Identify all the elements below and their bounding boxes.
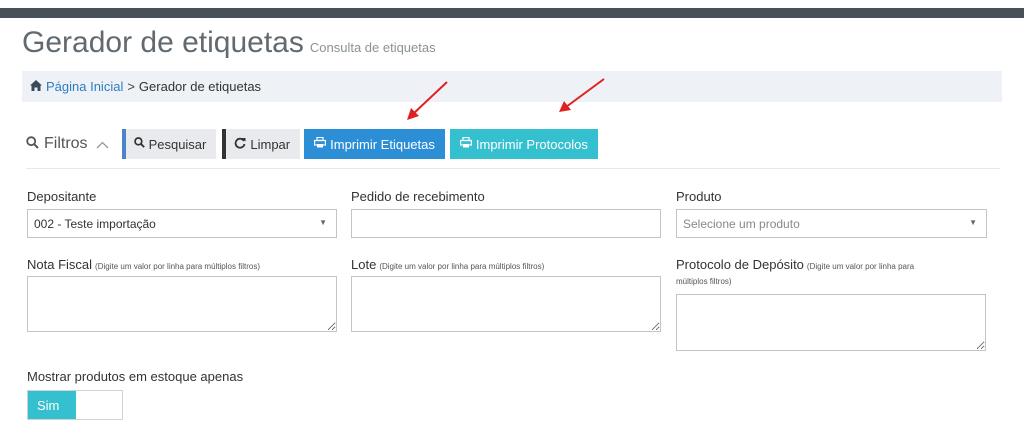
caret-down-icon: ▼	[319, 218, 327, 227]
page-subtitle: Consulta de etiquetas	[309, 40, 436, 55]
nota-fiscal-label: Nota Fiscal	[27, 257, 93, 272]
breadcrumb-current: Gerador de etiquetas	[138, 79, 262, 94]
caret-down-icon: ▼	[969, 218, 977, 227]
breadcrumb-home-link[interactable]: Página Inicial	[30, 79, 123, 94]
nota-fiscal-hint: (Digite um valor por linha para múltiplo…	[95, 262, 260, 271]
print-protocols-button[interactable]: Imprimir Protocolos	[449, 129, 598, 159]
protocolo-hint-line1: (Digite um valor por linha para	[806, 262, 915, 271]
depositante-label: Depositante	[27, 189, 97, 204]
chevron-up-icon	[96, 136, 109, 152]
stock-only-label: Mostrar produtos em estoque apenas	[27, 369, 244, 384]
lote-label-row: Lote (Digite um valor por linha para múlt…	[351, 257, 544, 272]
filters-toolbar: Filtros Pesquisar Limpar Imprimir Etique…	[26, 129, 598, 159]
lote-label: Lote	[351, 257, 377, 272]
print-labels-button[interactable]: Imprimir Etiquetas	[304, 129, 445, 159]
print-icon	[314, 136, 327, 151]
produto-label: Produto	[676, 189, 722, 204]
search-icon	[133, 137, 145, 151]
page-title: Gerador de etiquetas	[22, 26, 304, 59]
pedido-label: Pedido de recebimento	[351, 189, 485, 204]
toggle-on-label: Sim	[28, 391, 76, 419]
produto-select[interactable]: Selecione um produto ▼	[676, 209, 987, 238]
search-button[interactable]: Pesquisar	[121, 129, 217, 159]
lote-textarea[interactable]	[351, 276, 661, 332]
clear-button-label: Limpar	[250, 136, 291, 152]
breadcrumb-separator: >	[127, 79, 135, 94]
clear-button[interactable]: Limpar	[222, 129, 301, 159]
stock-only-toggle[interactable]: Sim	[27, 390, 123, 420]
breadcrumb-home-label: Página Inicial	[46, 79, 124, 94]
nota-fiscal-label-row: Nota Fiscal (Digite um valor por linha pa…	[27, 257, 260, 272]
top-bar	[0, 8, 1024, 18]
lote-hint: (Digite um valor por linha para múltiplo…	[379, 262, 545, 271]
divider	[26, 168, 1000, 169]
home-icon	[30, 79, 42, 94]
page-header: Gerador de etiquetas Consulta de etiquet…	[22, 26, 436, 60]
protocolo-textarea[interactable]	[676, 294, 986, 351]
protocolo-hint-line2: múltiplos filtros)	[676, 277, 732, 286]
protocolo-label: Protocolo de Depósito	[676, 257, 804, 272]
protocolo-label-row: Protocolo de Depósito (Digite um valor po…	[676, 257, 914, 272]
depositante-select[interactable]: 002 - Teste importação ▼	[27, 209, 337, 238]
produto-placeholder: Selecione um produto	[683, 216, 800, 231]
refresh-icon	[234, 137, 246, 152]
search-icon	[26, 135, 39, 153]
filters-label: Filtros	[44, 135, 88, 152]
print-icon	[459, 136, 472, 151]
pedido-input[interactable]	[351, 209, 661, 238]
print-labels-label: Imprimir Etiquetas	[330, 136, 435, 152]
breadcrumb: Página Inicial > Gerador de etiquetas	[22, 71, 1002, 102]
depositante-value: 002 - Teste importação	[34, 216, 156, 231]
print-protocols-label: Imprimir Protocolos	[475, 136, 588, 152]
filters-toggle[interactable]: Filtros	[26, 135, 109, 153]
search-button-label: Pesquisar	[148, 136, 207, 152]
nota-fiscal-textarea[interactable]	[27, 276, 337, 332]
